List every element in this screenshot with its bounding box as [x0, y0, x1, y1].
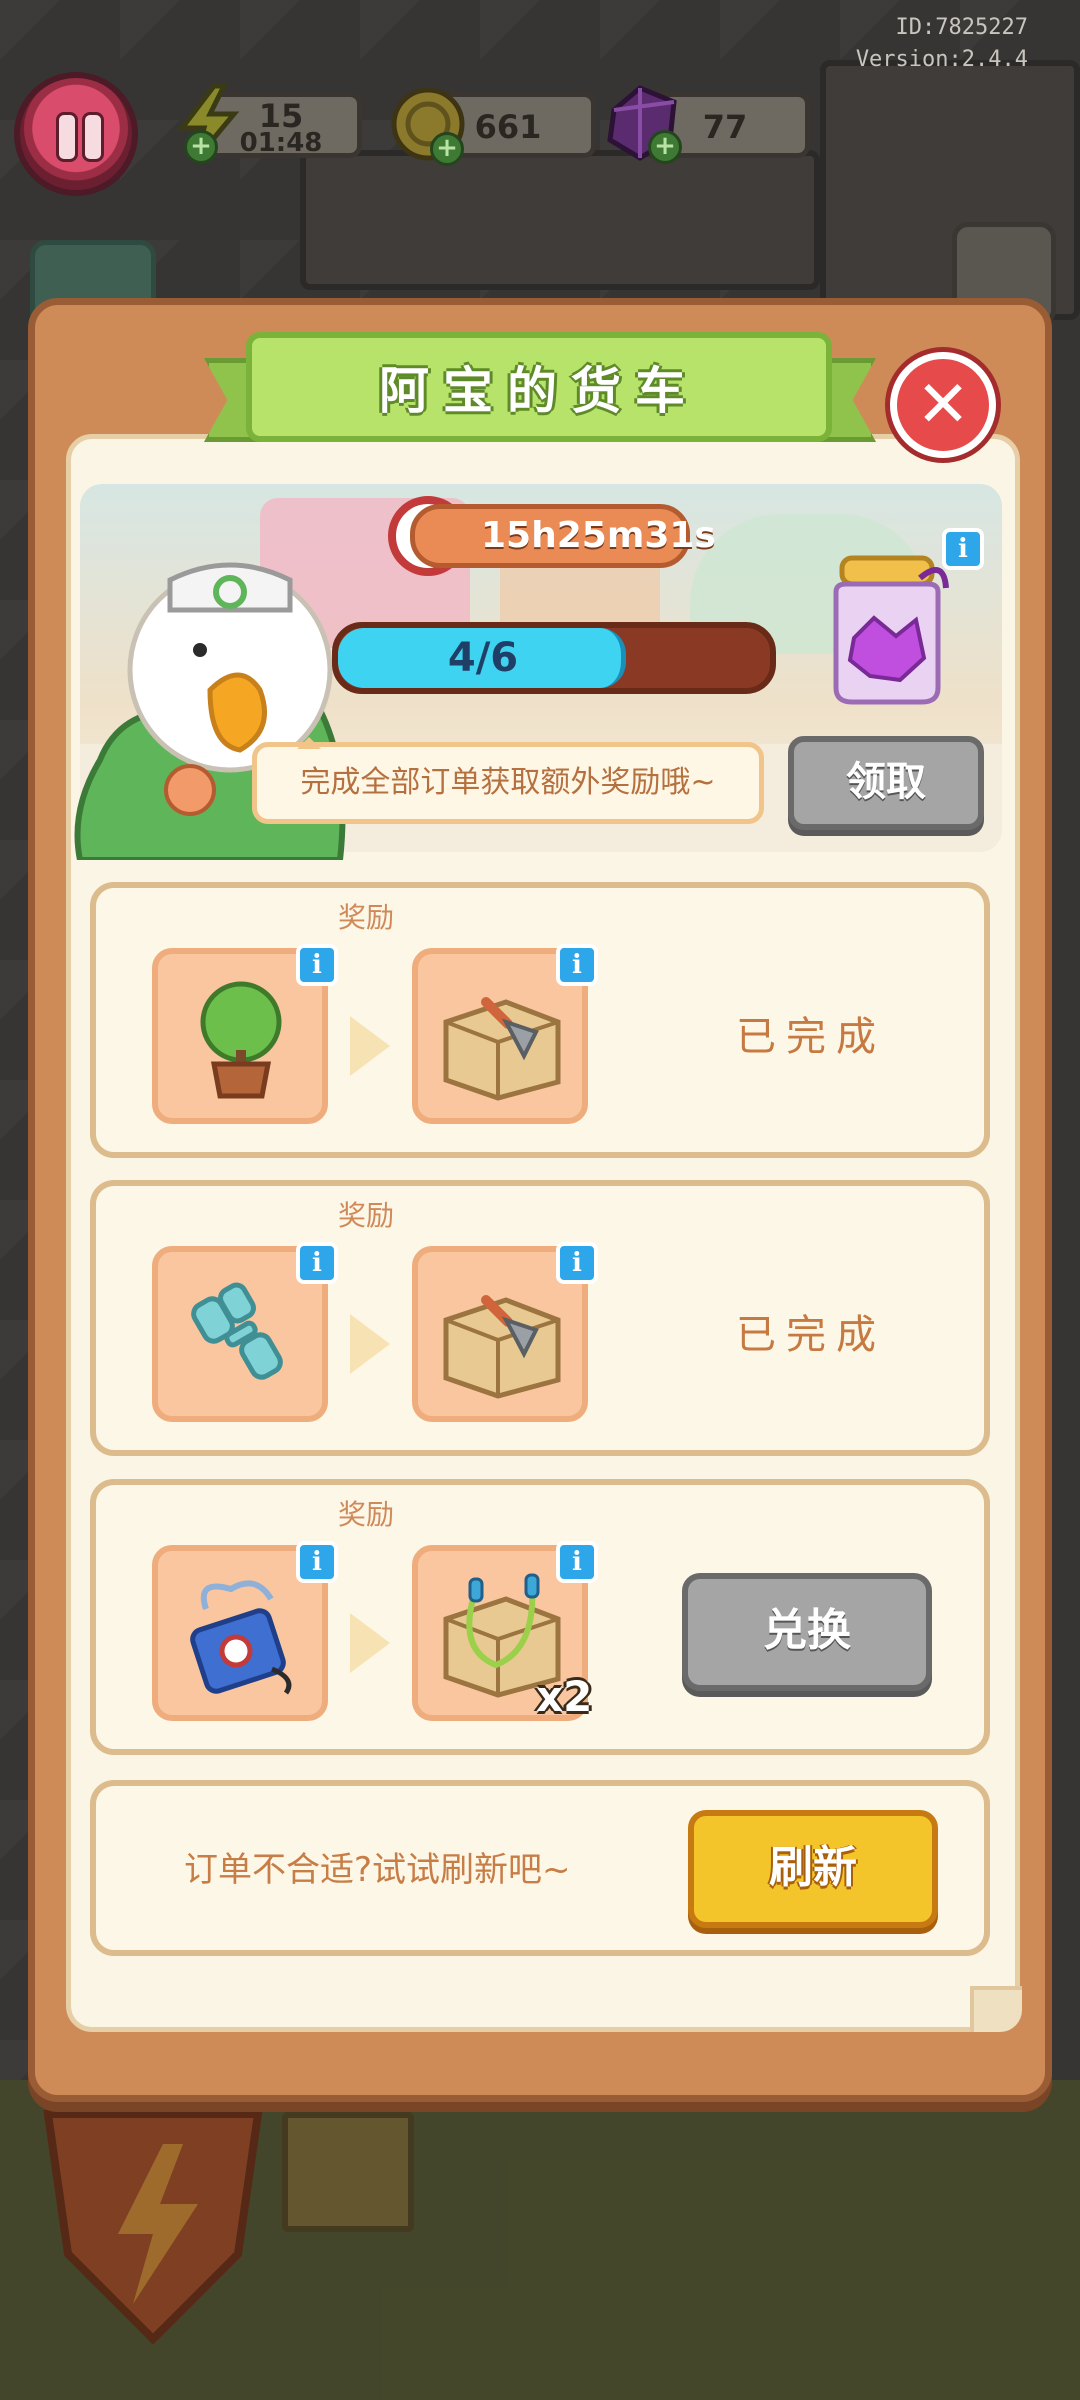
pause-button[interactable] [14, 72, 138, 196]
arrow-right-icon [350, 1314, 390, 1374]
item-info-icon[interactable]: i [556, 1541, 598, 1583]
order-progress-bar: 4/6 [332, 622, 776, 694]
countdown-timer: 15h25m31s [410, 504, 716, 568]
arrow-right-icon [350, 1016, 390, 1076]
dumbbell-icon [191, 1282, 283, 1380]
progress-text: 4/6 [447, 635, 519, 681]
player-id: ID:7825227 [895, 15, 1028, 40]
refresh-button[interactable]: 刷新 [688, 1810, 938, 1928]
item-info-icon[interactable]: i [296, 1541, 338, 1583]
tool-box-trowel-icon [443, 1295, 561, 1399]
order-input-slot[interactable]: i [152, 1242, 338, 1422]
jar-info-icon[interactable]: i [942, 528, 984, 570]
item-info-icon[interactable]: i [556, 944, 598, 986]
order-card-1: 奖励 i i 已完成 [90, 882, 990, 1158]
add-coins-button[interactable]: + [430, 132, 464, 166]
reward-quantity: x2 [536, 1672, 593, 1721]
item-info-icon[interactable]: i [556, 1242, 598, 1284]
arrow-right-icon [350, 1613, 390, 1673]
panel-title: 阿宝的货车 [379, 362, 699, 420]
reward-label: 奖励 [337, 1199, 394, 1232]
order-input-slot[interactable]: i [152, 944, 338, 1124]
claim-button[interactable]: 领取 [788, 736, 984, 830]
order-card-2: 奖励 i i 已完成 [90, 1180, 990, 1456]
refresh-card: 订单不合适?试试刷新吧~ 刷新 [90, 1780, 990, 1956]
order-status: 已完成 [736, 1014, 886, 1060]
order-input-slot[interactable]: i [152, 1541, 338, 1721]
bonus-message-bubble: 完成全部订单获取额外奖励哦~ [252, 737, 764, 824]
order-reward-slot[interactable]: i [412, 944, 598, 1124]
order-reward-slot[interactable]: i [412, 1242, 598, 1422]
item-info-icon[interactable]: i [296, 1242, 338, 1284]
close-icon[interactable]: ✕ [890, 352, 996, 458]
order-status: 已完成 [736, 1312, 886, 1358]
potted-plant-icon [200, 981, 282, 1099]
add-energy-button[interactable]: + [184, 130, 218, 164]
refresh-prompt: 订单不合适?试试刷新吧~ [184, 1850, 571, 1890]
exchange-button[interactable]: 兑换 [682, 1573, 932, 1691]
gem-jar-reward-icon[interactable] [820, 548, 954, 708]
item-info-icon[interactable]: i [296, 944, 338, 986]
add-gems-button[interactable]: + [648, 130, 682, 164]
page-curl-decoration [970, 1986, 1022, 2032]
reward-label: 奖励 [337, 901, 394, 934]
tool-box-trowel-icon [443, 997, 561, 1101]
cd-player-icon [190, 1580, 292, 1695]
title-ribbon: 阿宝的货车 [246, 332, 832, 442]
reward-label: 奖励 [337, 1498, 394, 1531]
version-label: Version:2.4.4 [855, 47, 1028, 72]
version-info: ID:7825227 Version:2.4.4 [856, 12, 1028, 76]
